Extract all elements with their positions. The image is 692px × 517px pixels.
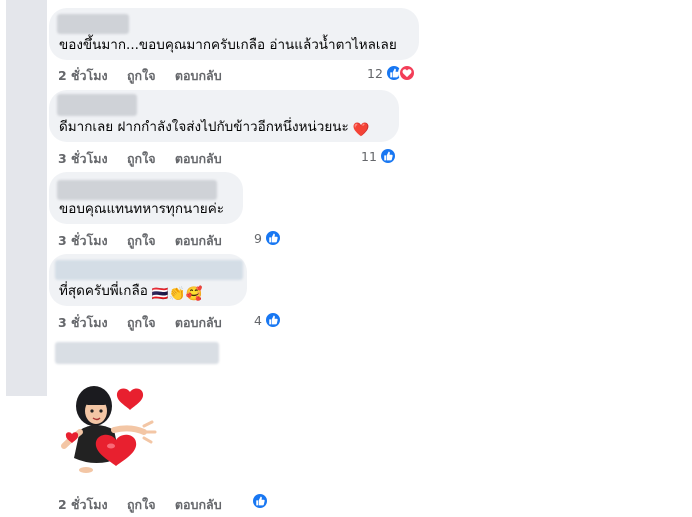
thread-indent-bar xyxy=(6,0,47,396)
love-icon xyxy=(397,64,416,82)
reply-button[interactable]: ตอบกลับ xyxy=(175,315,222,330)
comment-actions: 2 ชั่วโมง ถูกใจ ตอบกลับ xyxy=(58,495,237,515)
like-button[interactable]: ถูกใจ xyxy=(127,497,156,512)
comment-text: ขอบคุณแทนทหารทุกนายค่ะ xyxy=(59,201,224,217)
reaction-summary[interactable]: 4 xyxy=(254,311,282,329)
comment-time[interactable]: 3 ชั่วโมง xyxy=(58,233,108,248)
reply-button[interactable]: ตอบกลับ xyxy=(175,151,222,166)
reaction-count: 12 xyxy=(367,65,383,81)
like-button[interactable]: ถูกใจ xyxy=(127,315,156,330)
reply-button[interactable]: ตอบกลับ xyxy=(175,68,222,83)
author-name-redacted[interactable] xyxy=(57,14,129,34)
reaction-count: 4 xyxy=(254,312,262,328)
like-button[interactable]: ถูกใจ xyxy=(127,151,156,166)
reaction-count: 11 xyxy=(361,148,377,164)
comment-bubble: ที่สุดครับพี่เกลือ 🇹🇭👏🥰 xyxy=(49,254,247,306)
like-icon xyxy=(263,229,282,247)
comment-actions: 3 ชั่วโมง ถูกใจ ตอบกลับ xyxy=(58,313,237,333)
heart-emoji: ❤️ xyxy=(352,122,370,138)
comment-time[interactable]: 3 ชั่วโมง xyxy=(58,315,108,330)
comment-actions: 3 ชั่วโมง ถูกใจ ตอบกลับ xyxy=(58,149,237,169)
reaction-summary[interactable] xyxy=(251,492,269,510)
comment-actions: 3 ชั่วโมง ถูกใจ ตอบกลับ xyxy=(58,231,237,251)
comment-bubble: ดีมากเลย ฝากกำลังใจส่งไปกับข้าวอีกหนึ่งห… xyxy=(49,90,399,142)
reply-button[interactable]: ตอบกลับ xyxy=(175,233,222,248)
comment-text: ของขึ้นมาก...ขอบคุณมากครับเกลือ อ่านแล้ว… xyxy=(59,37,397,53)
comment-bubble: ขอบคุณแทนทหารทุกนายค่ะ xyxy=(49,172,243,224)
reaction-summary[interactable]: 9 xyxy=(254,229,282,247)
like-button[interactable]: ถูกใจ xyxy=(127,68,156,83)
reply-button[interactable]: ตอบกลับ xyxy=(175,497,222,512)
like-button[interactable]: ถูกใจ xyxy=(127,233,156,248)
comment-text-body: ดีมากเลย ฝากกำลังใจส่งไปกับข้าวอีกหนึ่งห… xyxy=(59,119,349,135)
author-name-redacted[interactable] xyxy=(57,94,137,116)
comment-time[interactable]: 3 ชั่วโมง xyxy=(58,151,108,166)
reaction-count: 9 xyxy=(254,230,262,246)
reaction-summary[interactable]: 11 xyxy=(361,147,397,165)
reaction-summary[interactable]: 12 xyxy=(367,64,416,82)
like-icon xyxy=(378,147,397,165)
comment-actions: 2 ชั่วโมง ถูกใจ ตอบกลับ xyxy=(58,66,237,86)
flag-clap-emoji: 🇹🇭👏🥰 xyxy=(151,286,203,302)
like-icon xyxy=(251,492,269,510)
author-name-redacted[interactable] xyxy=(57,180,217,200)
girl-with-hearts-sticker[interactable] xyxy=(56,378,168,478)
comment-text: ดีมากเลย ฝากกำลังใจส่งไปกับข้าวอีกหนึ่งห… xyxy=(59,118,370,139)
author-name-redacted[interactable] xyxy=(55,260,243,280)
comment-time[interactable]: 2 ชั่วโมง xyxy=(58,497,108,512)
comment-text-body: ที่สุดครับพี่เกลือ xyxy=(59,283,148,299)
comment-bubble: ของขึ้นมาก...ขอบคุณมากครับเกลือ อ่านแล้ว… xyxy=(49,8,419,60)
comment-time[interactable]: 2 ชั่วโมง xyxy=(58,68,108,83)
comment-text: ที่สุดครับพี่เกลือ 🇹🇭👏🥰 xyxy=(59,282,202,303)
author-name-redacted[interactable] xyxy=(55,342,219,364)
like-icon xyxy=(263,311,282,329)
